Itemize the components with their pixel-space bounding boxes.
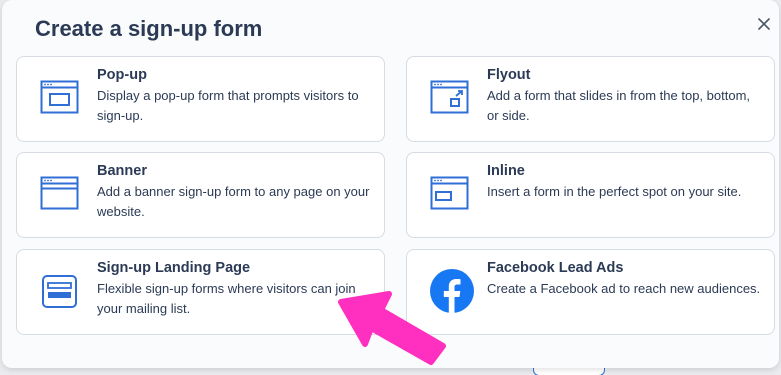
option-description: Flexible sign-up forms where visitors ca… xyxy=(97,281,356,316)
option-card-popup[interactable]: Pop-up Display a pop-up form that prompt… xyxy=(16,56,385,142)
close-icon[interactable] xyxy=(754,14,774,34)
landing-page-icon xyxy=(40,270,80,312)
option-description: Add a form that slides in from the top, … xyxy=(487,88,751,123)
inline-window-icon xyxy=(430,173,470,215)
option-card-inline[interactable]: Inline Insert a form in the perfect spot… xyxy=(406,152,775,238)
flyout-window-icon xyxy=(430,77,470,119)
modal-title: Create a sign-up form xyxy=(35,16,263,41)
option-description: Display a pop-up form that prompts visit… xyxy=(97,88,359,123)
option-description: Create a Facebook ad to reach new audien… xyxy=(487,281,761,296)
option-card-facebook-lead-ads[interactable]: Facebook Lead Ads Create a Facebook ad t… xyxy=(406,249,775,335)
option-card-banner[interactable]: Banner Add a banner sign-up form to any … xyxy=(16,152,385,238)
option-card-flyout[interactable]: Flyout Add a form that slides in from th… xyxy=(406,56,775,142)
option-card-landing-page[interactable]: Sign-up Landing Page Flexible sign-up fo… xyxy=(16,249,385,335)
option-name: Facebook Lead Ads xyxy=(487,260,624,276)
option-description: Insert a form in the perfect spot on you… xyxy=(487,184,742,199)
annotation-arrow-icon xyxy=(338,291,446,365)
option-name: Inline xyxy=(487,163,525,179)
option-name: Flyout xyxy=(487,67,531,83)
banner-window-icon xyxy=(40,173,80,215)
option-name: Sign-up Landing Page xyxy=(97,260,251,276)
popup-window-icon xyxy=(40,77,80,119)
option-name: Banner xyxy=(97,163,147,179)
option-description: Add a banner sign-up form to any page on… xyxy=(97,184,370,219)
option-name: Pop-up xyxy=(97,67,147,83)
